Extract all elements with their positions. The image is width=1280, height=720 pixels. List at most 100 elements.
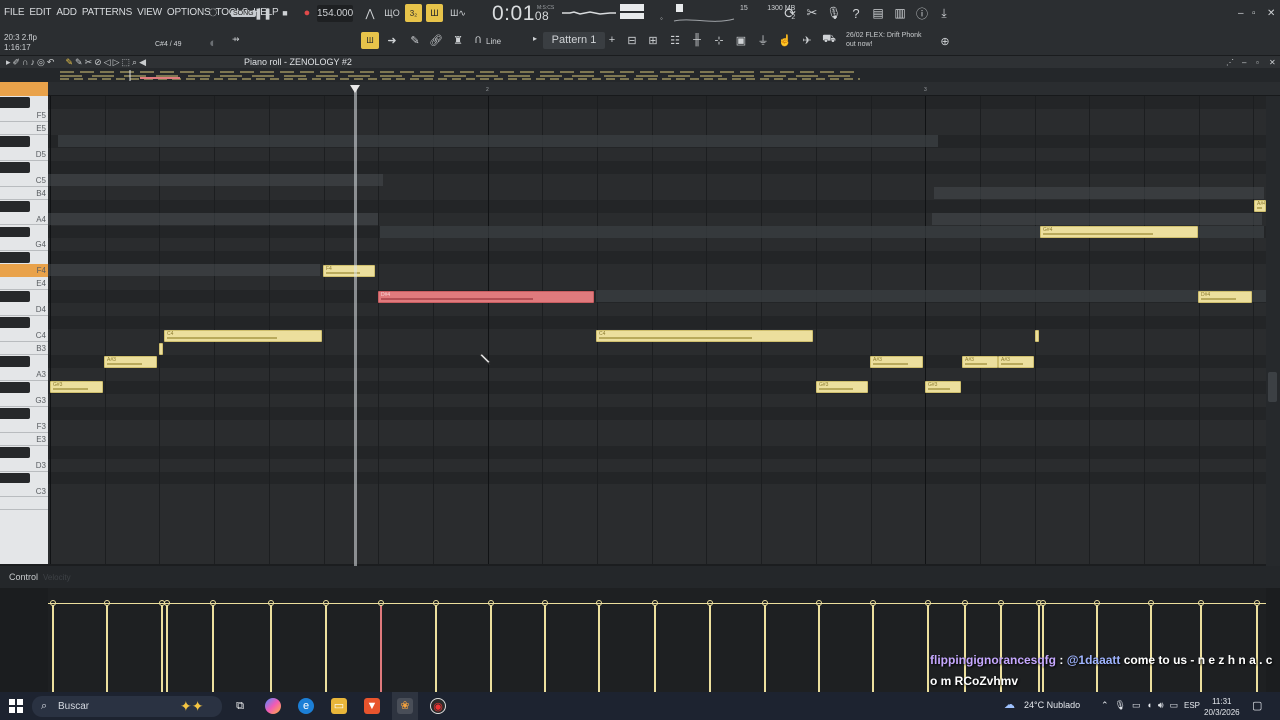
velocity-stem[interactable]: [709, 604, 711, 692]
slice-tool-icon[interactable]: ◁▷: [104, 57, 122, 67]
help-icon[interactable]: ?: [848, 5, 864, 21]
wait-input-icon[interactable]: ЩО: [383, 5, 401, 21]
maximize-icon[interactable]: ▫: [1252, 8, 1256, 19]
short-note[interactable]: [159, 342, 163, 355]
white-key[interactable]: [0, 497, 48, 511]
velocity-stem[interactable]: [544, 604, 546, 692]
restart-icon[interactable]: ⟳: [782, 5, 798, 21]
velocity-stem[interactable]: [161, 604, 163, 692]
stop-button[interactable]: ■: [278, 6, 292, 20]
snap-select[interactable]: Line: [486, 37, 501, 46]
note[interactable]: A#4: [1254, 200, 1266, 213]
velocity-stem[interactable]: [764, 604, 766, 692]
black-key[interactable]: [0, 407, 30, 419]
brave-icon[interactable]: ▼: [364, 698, 380, 714]
menu-view[interactable]: VIEW: [137, 7, 162, 18]
control-lane-label[interactable]: Control Velocity: [9, 572, 71, 582]
piano-roll-title[interactable]: Piano roll - ZENOLOGY #2: [244, 57, 352, 67]
master-pitch-slider[interactable]: [672, 3, 738, 25]
note[interactable]: C4: [596, 329, 813, 342]
black-key[interactable]: [0, 446, 30, 458]
playback-tool-icon[interactable]: ◀: [139, 57, 148, 67]
cart-icon[interactable]: ⛟: [821, 33, 837, 47]
task-view-icon[interactable]: ⧉: [232, 698, 248, 714]
note[interactable]: C4: [164, 329, 322, 342]
globe-icon[interactable]: ⊕: [938, 34, 952, 48]
pause-button[interactable]: ❚❚: [254, 6, 272, 20]
browser-icon[interactable]: ⊹: [711, 33, 727, 47]
draw-tool-icon[interactable]: ✎: [65, 57, 75, 67]
magnet-icon[interactable]: Ո: [471, 33, 485, 47]
piano-roll-menu-icon[interactable]: ⋰: [1226, 58, 1234, 67]
arrange-icon[interactable]: ⊞: [645, 33, 661, 47]
note[interactable]: A#3: [104, 355, 157, 368]
black-key[interactable]: [0, 381, 30, 393]
menu-patterns[interactable]: PATTERNS: [82, 7, 132, 18]
velocity-stem[interactable]: [435, 604, 437, 692]
note[interactable]: F4: [323, 264, 375, 277]
close-icon[interactable]: ✕: [1267, 8, 1275, 19]
record-tool-icon[interactable]: ◎: [37, 57, 47, 67]
black-key[interactable]: [0, 356, 30, 367]
menu-add[interactable]: ADD: [56, 7, 77, 18]
velocity-stem[interactable]: [166, 604, 168, 692]
velocity-stem[interactable]: [212, 604, 214, 692]
info-icon[interactable]: ⓘ: [914, 5, 930, 21]
notification-icon[interactable]: ▢: [1252, 699, 1262, 712]
minimize-icon[interactable]: –: [1238, 8, 1244, 19]
step-edit-button[interactable]: Ш: [426, 4, 443, 22]
clipboard-icon[interactable]: ▣: [733, 33, 749, 47]
note[interactable]: A#3: [870, 355, 923, 368]
metronome-icon[interactable]: ⋀: [362, 5, 378, 21]
master-volume-icon[interactable]: ◦: [660, 14, 663, 23]
arrow-icon[interactable]: ⇸: [232, 34, 240, 45]
note[interactable]: A#3: [962, 355, 998, 368]
obs-icon[interactable]: ◉: [430, 698, 446, 714]
news-panel[interactable]: 26/02 FLEX: Drift Phonk out now!: [846, 31, 922, 49]
windows-start-icon[interactable]: [9, 699, 23, 713]
knob-icon[interactable]: ◐: [204, 34, 222, 50]
velocity-stem[interactable]: [270, 604, 272, 692]
note[interactable]: A#3: [998, 355, 1034, 368]
playlist-icon[interactable]: ⊟: [624, 33, 640, 47]
note[interactable]: G#4: [1040, 226, 1198, 238]
black-key[interactable]: [0, 200, 30, 212]
pencil-icon[interactable]: ✎: [408, 33, 422, 47]
velocity-stem[interactable]: [490, 604, 492, 692]
short-note[interactable]: [1035, 329, 1039, 342]
note[interactable]: G#3: [925, 381, 961, 394]
mixer-view-icon[interactable]: ╫: [689, 33, 705, 47]
add-pattern-icon[interactable]: +: [607, 33, 617, 47]
microphone-icon[interactable]: 🎙︎: [826, 5, 842, 21]
mixer-icon[interactable]: ▥: [892, 5, 908, 21]
weather-widget[interactable]: 24°C Nublado: [1024, 700, 1080, 710]
vertical-scrollbar[interactable]: [1266, 96, 1280, 566]
song-mode-badge[interactable]: SONG: [231, 10, 256, 17]
zoom-tool-icon[interactable]: ⌕: [132, 57, 139, 67]
black-key[interactable]: [0, 226, 30, 238]
black-key[interactable]: [0, 97, 30, 108]
snap-mode-button[interactable]: Ш: [361, 32, 379, 49]
velocity-stem[interactable]: [872, 604, 874, 692]
piano-roll-close-icon[interactable]: ✕: [1269, 58, 1276, 67]
paint-tool-icon[interactable]: ✎: [75, 57, 85, 67]
file-explorer-icon[interactable]: ▭: [331, 698, 347, 714]
tempo-display[interactable]: 154.000: [317, 5, 353, 22]
playhead-marker[interactable]: [350, 85, 360, 93]
refresh-icon[interactable]: ◌: [203, 4, 223, 22]
download-icon[interactable]: ⤓: [936, 5, 952, 21]
select-tool-icon[interactable]: ⬚: [122, 57, 133, 67]
play-pattern-icon[interactable]: ▸: [533, 34, 537, 43]
system-tray-icons[interactable]: ⌃🎙︎▭◖🔊︎▭: [1101, 700, 1184, 711]
piano-roll-maximize-icon[interactable]: ▫: [1256, 58, 1259, 67]
loop-record-icon[interactable]: Ш∿: [449, 5, 467, 21]
record-button[interactable]: ●: [300, 6, 314, 20]
black-key[interactable]: [0, 317, 30, 329]
plugin-icon[interactable]: ⏚: [755, 33, 771, 47]
black-key[interactable]: [0, 135, 30, 147]
vertical-scroll-thumb[interactable]: [1268, 372, 1277, 402]
velocity-stem[interactable]: [106, 604, 108, 692]
delete-tool-icon[interactable]: ✂: [85, 57, 95, 67]
tools-icon[interactable]: ✂: [804, 5, 820, 21]
undo-icon[interactable]: ↶: [47, 57, 57, 67]
